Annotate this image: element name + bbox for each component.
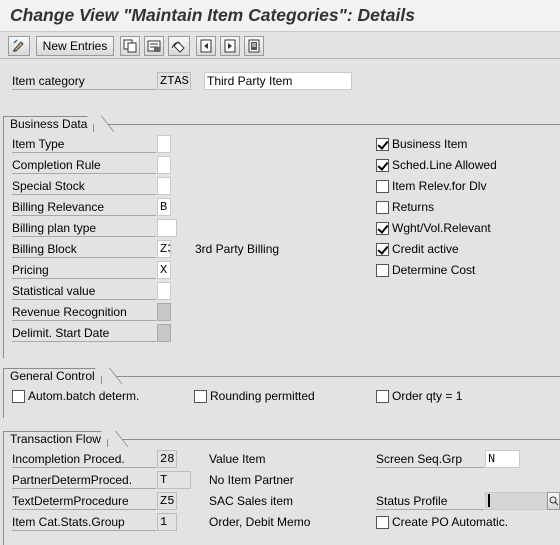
application-toolbar: New Entries bbox=[0, 33, 560, 59]
general-control-title: General Control bbox=[3, 368, 102, 384]
order-qty-label: Order qty = 1 bbox=[392, 389, 463, 403]
item-cat-stats-group-label: Item Cat.Stats.Group bbox=[12, 513, 156, 531]
autom-batch-determ-checkbox[interactable] bbox=[12, 390, 25, 403]
item-cat-stats-group-field[interactable]: 1 bbox=[157, 513, 177, 531]
wght-vol-relevant-label: Wght/Vol.Relevant bbox=[392, 221, 491, 235]
item-relev-for-dlv-label: Item Relev.for Dlv bbox=[392, 179, 487, 193]
completion-rule-label: Completion Rule bbox=[12, 156, 156, 174]
wght-vol-relevant-checkbox[interactable] bbox=[376, 222, 389, 235]
special-stock-field[interactable] bbox=[157, 177, 171, 195]
order-qty-checkbox[interactable] bbox=[376, 390, 389, 403]
create-po-automatic-checkbox[interactable] bbox=[376, 516, 389, 529]
billing-relevance-label: Billing Relevance bbox=[12, 198, 156, 216]
billing-block-label: Billing Block bbox=[12, 240, 156, 258]
delimit-start-date-field[interactable] bbox=[157, 324, 171, 342]
incompletion-proced-field[interactable]: 28 bbox=[157, 450, 177, 468]
item-category-description: Third Party Item bbox=[204, 72, 352, 90]
first-page-icon[interactable] bbox=[196, 36, 216, 56]
billing-block-field[interactable]: Z3 bbox=[157, 240, 171, 258]
pricing-label: Pricing bbox=[12, 261, 156, 279]
business-item-checkbox[interactable] bbox=[376, 138, 389, 151]
transaction-flow-title: Transaction Flow bbox=[3, 431, 108, 447]
billing-plan-type-field[interactable] bbox=[157, 219, 177, 237]
textdetermprocedure-description: SAC Sales item bbox=[209, 494, 294, 508]
item-cat-stats-group-description: Order, Debit Memo bbox=[209, 515, 311, 529]
billing-plan-type-label: Billing plan type bbox=[12, 219, 156, 237]
returns-checkbox[interactable] bbox=[376, 201, 389, 214]
business-item-label: Business Item bbox=[392, 137, 468, 151]
billing-block-description: 3rd Party Billing bbox=[195, 242, 280, 256]
textdetermprocedure-field[interactable]: Z5 bbox=[157, 492, 177, 510]
next-page-icon[interactable] bbox=[244, 36, 264, 56]
create-po-automatic-label: Create PO Automatic. bbox=[392, 515, 509, 529]
search-help-icon bbox=[549, 496, 558, 506]
textdetermprocedure-label: TextDetermProcedure bbox=[12, 492, 156, 510]
screen-seq-grp-field[interactable]: N bbox=[485, 450, 520, 468]
item-type-field[interactable] bbox=[157, 135, 171, 153]
edit-icon[interactable] bbox=[8, 36, 30, 56]
sched-line-allowed-label: Sched.Line Allowed bbox=[392, 158, 497, 172]
billing-relevance-field[interactable]: B bbox=[157, 198, 171, 216]
item-category-label: Item category bbox=[12, 72, 156, 90]
delete-icon[interactable] bbox=[144, 36, 164, 56]
determine-cost-label: Determine Cost bbox=[392, 263, 476, 277]
title-bar: Change View "Maintain Item Categories": … bbox=[0, 0, 560, 32]
screen-seq-grp-label: Screen Seq.Grp bbox=[376, 450, 484, 468]
partnerdetermproced-label: PartnerDetermProced. bbox=[12, 471, 156, 489]
undo-icon[interactable] bbox=[168, 36, 190, 56]
completion-rule-field[interactable] bbox=[157, 156, 171, 174]
item-category-field[interactable]: ZTAS bbox=[157, 72, 191, 90]
delimit-start-date-label: Delimit. Start Date bbox=[12, 324, 156, 342]
rounding-permitted-checkbox[interactable] bbox=[194, 390, 207, 403]
copy-icon[interactable] bbox=[120, 36, 140, 56]
new-entries-button[interactable]: New Entries bbox=[36, 36, 114, 56]
pricing-field[interactable]: X bbox=[157, 261, 171, 279]
page-title: Change View "Maintain Item Categories": … bbox=[10, 5, 415, 25]
previous-page-icon[interactable] bbox=[220, 36, 240, 56]
text-cursor bbox=[488, 494, 490, 507]
returns-label: Returns bbox=[392, 200, 435, 214]
revenue-recognition-field[interactable] bbox=[157, 303, 171, 321]
incompletion-proced-description: Value Item bbox=[209, 452, 266, 466]
determine-cost-checkbox[interactable] bbox=[376, 264, 389, 277]
partnerdetermproced-description: No Item Partner bbox=[209, 473, 294, 487]
statistical-value-field[interactable] bbox=[157, 282, 171, 300]
revenue-recognition-label: Revenue Recognition bbox=[12, 303, 156, 321]
special-stock-label: Special Stock bbox=[12, 177, 156, 195]
status-profile-label: Status Profile bbox=[376, 492, 484, 510]
incompletion-proced-label: Incompletion Proced. bbox=[12, 450, 156, 468]
statistical-value-label: Statistical value bbox=[12, 282, 156, 300]
item-type-label: Item Type bbox=[12, 135, 156, 153]
partnerdetermproced-field[interactable]: T bbox=[157, 471, 191, 489]
credit-active-label: Credit active bbox=[392, 242, 459, 256]
credit-active-checkbox[interactable] bbox=[376, 243, 389, 256]
sched-line-allowed-checkbox[interactable] bbox=[376, 159, 389, 172]
status-profile-field[interactable] bbox=[485, 492, 547, 510]
rounding-permitted-label: Rounding permitted bbox=[210, 389, 315, 403]
item-relev-for-dlv-checkbox[interactable] bbox=[376, 180, 389, 193]
search-help-button[interactable] bbox=[547, 492, 560, 510]
autom-batch-determ-label: Autom.batch determ. bbox=[28, 389, 140, 403]
business-data-title: Business Data bbox=[3, 116, 95, 132]
